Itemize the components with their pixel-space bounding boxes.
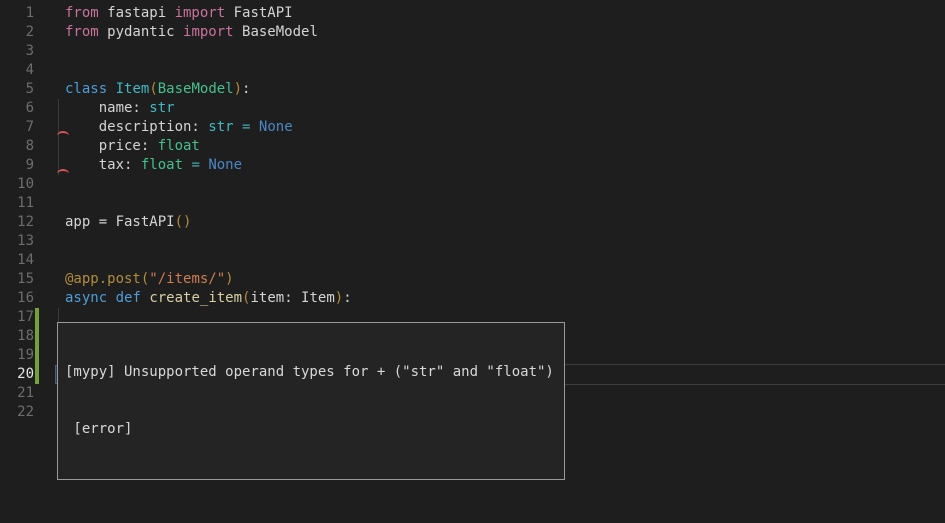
code-token: () (175, 214, 192, 230)
code-token: import (175, 5, 226, 21)
code-token: : (242, 81, 250, 97)
code-token: "/items/" (149, 271, 225, 287)
code-text: description: str = None (40, 118, 293, 137)
code-token: ) (335, 290, 343, 306)
code-token: app = FastAPI (65, 214, 175, 230)
code-line[interactable]: 10 (0, 175, 945, 194)
line-number: 11 (0, 194, 40, 213)
line-number: 1 (0, 4, 40, 23)
line-number: 4 (0, 61, 40, 80)
code-line[interactable]: 14 (0, 251, 945, 270)
diagnostic-tooltip: [mypy] Unsupported operand types for + (… (57, 322, 565, 480)
line-number: 6 (0, 99, 40, 118)
code-text: from pydantic import BaseModel (40, 23, 318, 42)
code-token: price: (65, 138, 158, 154)
code-token: class (65, 81, 107, 97)
line-number: 8 (0, 137, 40, 156)
line-number: 17 (0, 308, 40, 327)
code-text (40, 251, 65, 270)
code-token: FastAPI (225, 5, 292, 21)
code-line[interactable]: 8 price: float (0, 137, 945, 156)
code-token: str (208, 119, 233, 135)
line-number: 22 (0, 403, 40, 422)
code-token: BaseModel (234, 24, 318, 40)
line-number: 12 (0, 213, 40, 232)
line-number: 10 (0, 175, 40, 194)
code-token: pydantic (99, 24, 183, 40)
code-text (40, 61, 65, 80)
code-token: description: (65, 119, 208, 135)
code-text: async def create_item(item: Item): (40, 289, 352, 308)
code-token: = (191, 157, 199, 173)
code-text: class Item(BaseModel): (40, 80, 250, 99)
line-number: 18 (0, 327, 40, 346)
line-number: 16 (0, 289, 40, 308)
line-number: 2 (0, 23, 40, 42)
code-token: async (65, 290, 107, 306)
code-token: def (116, 290, 141, 306)
code-text: @app.post("/items/") (40, 270, 234, 289)
diagnostic-message: [mypy] Unsupported operand types for + (… (65, 363, 557, 382)
code-text: price: float (40, 137, 200, 156)
line-number: 5 (0, 80, 40, 99)
line-number: 13 (0, 232, 40, 251)
code-text: from fastapi import FastAPI (40, 4, 293, 23)
code-token: None (208, 157, 242, 173)
code-line[interactable]: 11 (0, 194, 945, 213)
code-line[interactable]: 2from pydantic import BaseModel (0, 23, 945, 42)
code-token (107, 81, 115, 97)
code-text (40, 194, 65, 213)
code-token: @app.post( (65, 271, 149, 287)
line-number: 9 (0, 156, 40, 175)
code-line[interactable]: 15@app.post("/items/") (0, 270, 945, 289)
code-line[interactable]: 4 (0, 61, 945, 80)
line-number: 19 (0, 346, 40, 365)
code-token: create_item (149, 290, 242, 306)
code-token: from (65, 5, 99, 21)
code-line[interactable]: 13 (0, 232, 945, 251)
diagnostic-severity: [error] (65, 420, 557, 439)
code-token: str (149, 100, 174, 116)
code-token: None (259, 119, 293, 135)
code-line[interactable]: 6 name: str (0, 99, 945, 118)
editor: 1from fastapi import FastAPI2from pydant… (0, 0, 945, 523)
line-number: 20 (0, 365, 40, 384)
code-token: float (158, 138, 200, 154)
code-text (40, 232, 65, 251)
code-token (234, 119, 242, 135)
code-line[interactable]: 9 tax: float = None (0, 156, 945, 175)
code-line[interactable]: 16async def create_item(item: Item): (0, 289, 945, 308)
code-token: BaseModel (158, 81, 234, 97)
code-token: name: (65, 100, 149, 116)
line-number: 3 (0, 42, 40, 61)
code-token: ) (225, 271, 233, 287)
line-number: 14 (0, 251, 40, 270)
code-line[interactable]: 12app = FastAPI() (0, 213, 945, 232)
code-token: float (141, 157, 183, 173)
code-token: Item (116, 81, 150, 97)
line-number: 21 (0, 384, 40, 403)
code-line[interactable]: 1from fastapi import FastAPI (0, 4, 945, 23)
code-text: tax: float = None (40, 156, 242, 175)
line-number: 7 (0, 118, 40, 137)
code-text: name: str (40, 99, 175, 118)
code-token (107, 290, 115, 306)
code-token: tax: (65, 157, 141, 173)
code-token (250, 119, 258, 135)
code-token: : (343, 290, 351, 306)
code-token: import (183, 24, 234, 40)
code-token: ( (149, 81, 157, 97)
code-token: from (65, 24, 99, 40)
code-line[interactable]: 3 (0, 42, 945, 61)
code-line[interactable]: 5class Item(BaseModel): (0, 80, 945, 99)
code-token: item: Item (250, 290, 334, 306)
code-text (40, 42, 65, 61)
code-line[interactable]: 7 description: str = None (0, 118, 945, 137)
code-token: ) (234, 81, 242, 97)
code-text (40, 175, 65, 194)
line-number: 15 (0, 270, 40, 289)
code-token: fastapi (99, 5, 175, 21)
code-text: app = FastAPI() (40, 213, 191, 232)
